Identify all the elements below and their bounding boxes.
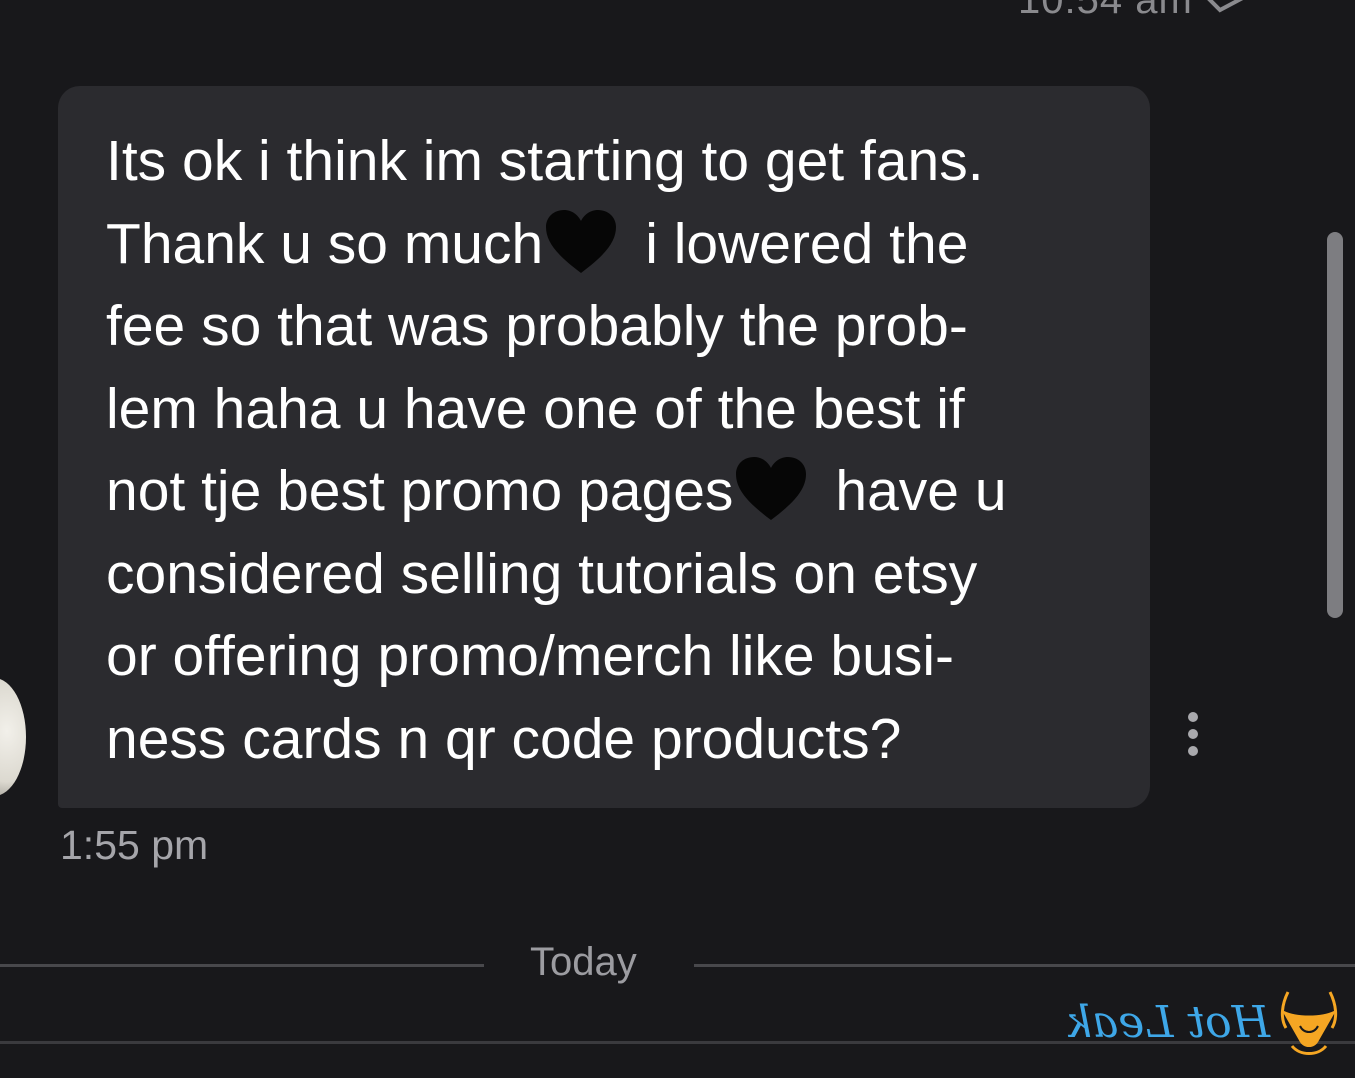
watermark: Hot Leak: [1065, 988, 1340, 1058]
message-line: considered selling tutorials on etsy: [106, 541, 978, 606]
black-heart-icon: [546, 209, 617, 273]
message-line: or offering promo/merch like busi-: [106, 624, 954, 688]
message-line: lem haha u have one of the best if: [106, 376, 965, 441]
black-heart-icon: [736, 457, 807, 520]
message-text: Thank u so much: [106, 211, 544, 276]
watermark-text: Hot Leak: [1065, 997, 1270, 1048]
divider-line-left: [0, 964, 484, 967]
peach-logo-icon: [1280, 991, 1338, 1055]
message-line: Thank u so much i lowered the: [106, 203, 1110, 286]
message-bubble[interactable]: Its ok i think im starting to get fans. …: [58, 86, 1150, 808]
message-timestamp: 1:55 pm: [60, 822, 209, 868]
scrollbar-thumb[interactable]: [1327, 232, 1343, 618]
divider-line-right: [694, 964, 1355, 967]
date-divider-label: Today: [530, 940, 637, 984]
more-vertical-icon-dot: [1188, 729, 1198, 739]
message-text: i lowered the: [645, 211, 969, 276]
message-line: not tje best promo pages have u: [106, 450, 1110, 533]
double-check-icon: [1207, 0, 1244, 13]
message-text: have u: [835, 459, 1007, 523]
previous-message-time: 10:54 am: [1018, 0, 1193, 22]
message-line: fee so that was probably the prob-: [106, 294, 968, 358]
chat-screen: 10:54 am Its ok i think im starting to g…: [0, 0, 1355, 1078]
message-text: not tje best promo pages: [106, 459, 734, 523]
more-vertical-icon: [1188, 712, 1198, 722]
more-vertical-icon-dot: [1188, 746, 1198, 756]
message-line: ness cards n qr code products?: [106, 706, 902, 771]
message-line: Its ok i think im starting to get fans.: [106, 129, 984, 193]
more-options-button[interactable]: [1178, 708, 1208, 760]
sender-avatar[interactable]: [0, 678, 26, 796]
